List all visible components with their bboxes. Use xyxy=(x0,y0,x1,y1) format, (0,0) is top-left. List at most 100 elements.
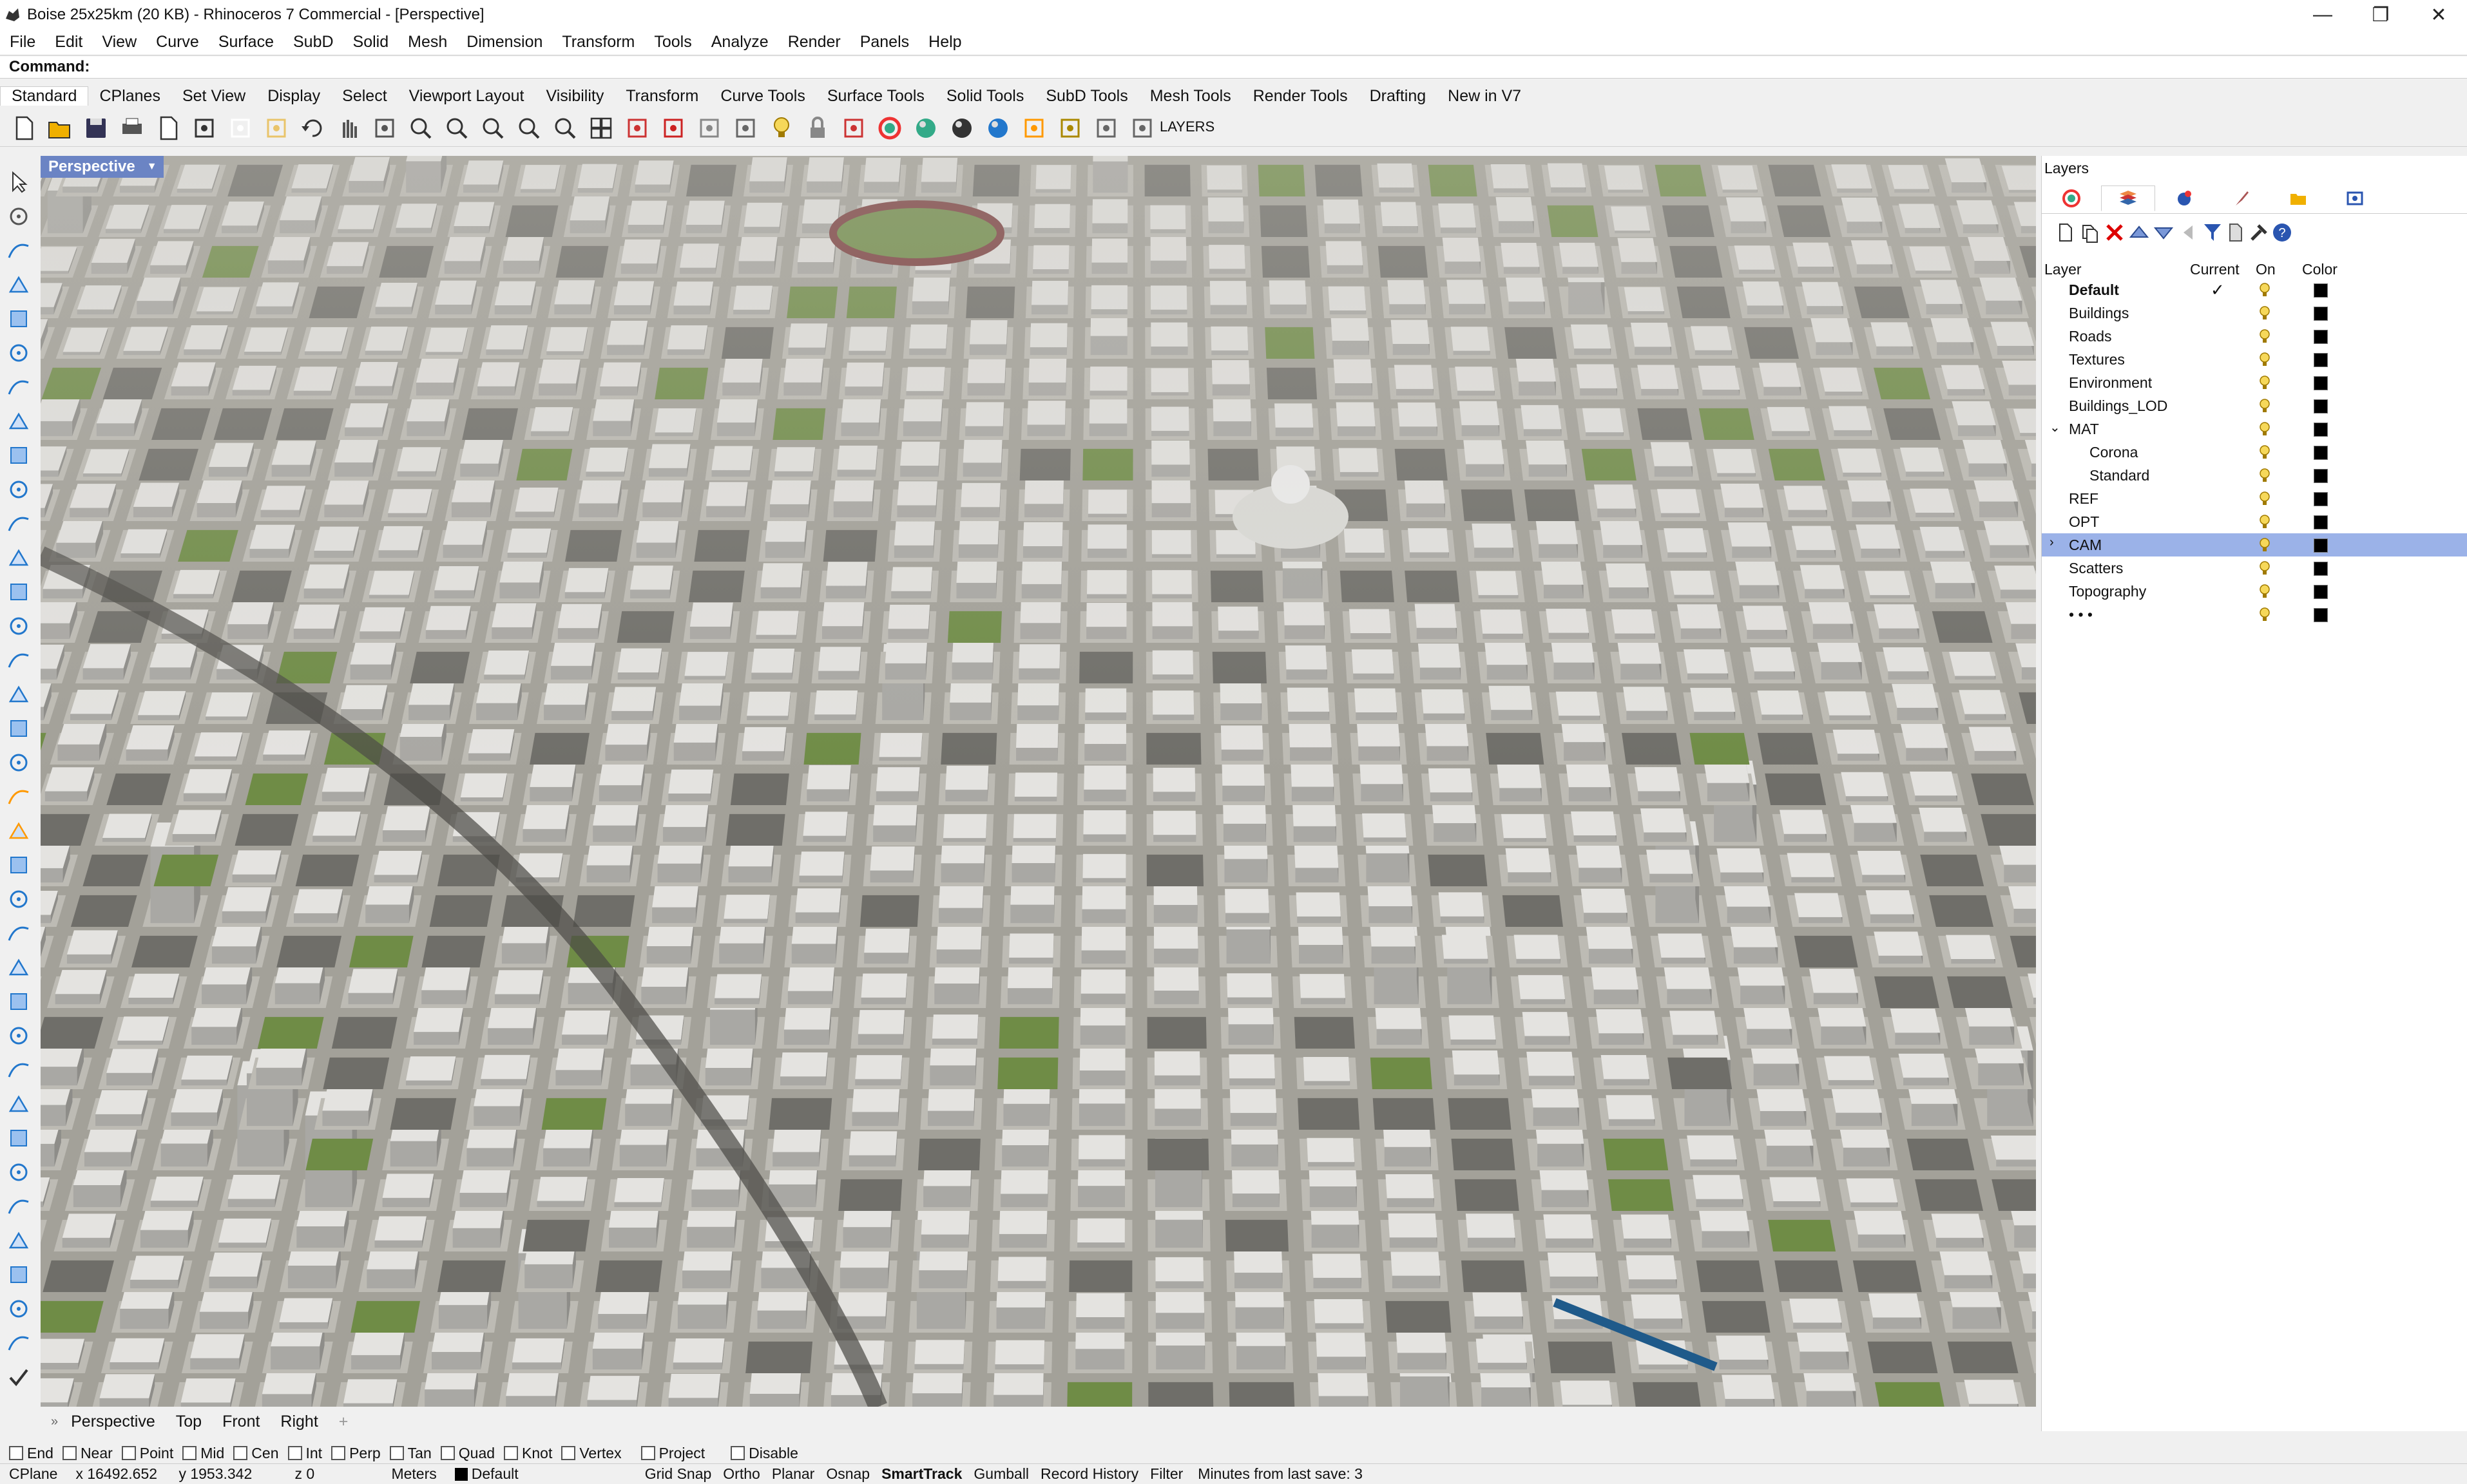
layer-color-swatch[interactable] xyxy=(2314,307,2328,321)
help-icon[interactable]: ? xyxy=(2271,222,2293,243)
4-view-icon[interactable] xyxy=(588,115,615,142)
mesh-icon[interactable] xyxy=(6,716,31,741)
toolbar-tab-solid-tools[interactable]: Solid Tools xyxy=(936,87,1035,106)
menu-subd[interactable]: SubD xyxy=(283,33,343,52)
layer-color-swatch[interactable] xyxy=(2314,608,2328,622)
import-icon[interactable] xyxy=(155,115,182,142)
status-layer[interactable]: Default xyxy=(446,1465,639,1483)
polygon-icon[interactable] xyxy=(6,409,31,433)
osnap-quad[interactable]: Quad xyxy=(440,1445,495,1462)
osnap-mid[interactable]: Mid xyxy=(182,1445,224,1462)
check-icon[interactable] xyxy=(6,1365,31,1389)
osnap-checkbox[interactable] xyxy=(389,1446,404,1460)
layer-color-swatch[interactable] xyxy=(2314,538,2328,553)
perspective-viewport[interactable]: Perspective ▼ xyxy=(41,156,2036,1407)
status-toggle-gumball[interactable]: Gumball xyxy=(968,1465,1035,1483)
osnap-checkbox[interactable] xyxy=(233,1446,248,1460)
osnap-checkbox[interactable] xyxy=(561,1446,576,1460)
layer-color-swatch[interactable] xyxy=(2314,353,2328,367)
toolbar-tab-surface-tools[interactable]: Surface Tools xyxy=(816,87,936,106)
layers-toolbar-label[interactable]: LAYERS xyxy=(1160,119,1214,135)
new-layer-icon[interactable] xyxy=(2055,222,2077,243)
status-toggle-grid-snap[interactable]: Grid Snap xyxy=(639,1465,718,1483)
layer-color-swatch[interactable] xyxy=(2314,376,2328,390)
status-units[interactable]: Meters xyxy=(382,1465,445,1483)
tools-icon[interactable] xyxy=(2248,222,2270,243)
move-out-icon[interactable] xyxy=(2177,222,2199,243)
boolean-icon[interactable] xyxy=(6,989,31,1014)
rendered-icon[interactable] xyxy=(912,115,939,142)
layer-row[interactable]: Buildings_LOD xyxy=(2042,394,2467,417)
status-toggle-smarttrack[interactable]: SmartTrack xyxy=(876,1465,968,1483)
join-icon[interactable] xyxy=(6,1023,31,1048)
toolbar-tab-render-tools[interactable]: Render Tools xyxy=(1242,87,1359,106)
toolbar-tab-set-view[interactable]: Set View xyxy=(171,87,256,106)
toolbar-tab-viewport-layout[interactable]: Viewport Layout xyxy=(398,87,535,106)
layer-on-bulb-icon[interactable] xyxy=(2259,352,2270,368)
layer-on-bulb-icon[interactable] xyxy=(2259,537,2270,554)
layer-row[interactable]: Standard xyxy=(2042,464,2467,487)
viewport-menu-dropdown-icon[interactable]: ▼ xyxy=(147,161,157,173)
layer-color-swatch[interactable] xyxy=(2314,330,2328,344)
osnap-checkbox[interactable] xyxy=(731,1446,745,1460)
menu-mesh[interactable]: Mesh xyxy=(398,33,457,52)
osnap-project[interactable]: Project xyxy=(640,1445,705,1462)
view-tab-right[interactable]: Right xyxy=(270,1413,328,1431)
toolbar-tab-display[interactable]: Display xyxy=(256,87,331,106)
menu-render[interactable]: Render xyxy=(778,33,850,52)
point-icon[interactable] xyxy=(6,204,31,229)
surface-icon[interactable] xyxy=(6,546,31,570)
layer-on-bulb-icon[interactable] xyxy=(2259,514,2270,531)
layer-color-swatch[interactable] xyxy=(2314,585,2328,599)
osnap-knot[interactable]: Knot xyxy=(504,1445,552,1462)
menu-transform[interactable]: Transform xyxy=(552,33,644,52)
settings-icon[interactable] xyxy=(1057,115,1084,142)
command-line[interactable]: Command: xyxy=(0,55,2467,79)
menu-help[interactable]: Help xyxy=(919,33,971,52)
named-views-tab[interactable] xyxy=(2328,186,2382,211)
current-layer-check-icon[interactable]: ✓ xyxy=(2211,280,2225,300)
analysis-icon[interactable] xyxy=(6,1331,31,1355)
zoom-dynamic-icon[interactable] xyxy=(407,115,434,142)
expand-icon[interactable]: › xyxy=(2049,535,2054,550)
ghosted-icon[interactable] xyxy=(948,115,975,142)
offset-icon[interactable] xyxy=(6,1194,31,1219)
toolbar-tab-transform[interactable]: Transform xyxy=(615,87,709,106)
toolbar-tab-cplanes[interactable]: CPlanes xyxy=(88,87,171,106)
snap-icon[interactable] xyxy=(6,1228,31,1253)
group-icon[interactable] xyxy=(6,1297,31,1321)
layer-row[interactable]: Buildings xyxy=(2042,301,2467,325)
toolbar-tab-visibility[interactable]: Visibility xyxy=(535,87,615,106)
osnap-disable[interactable]: Disable xyxy=(731,1445,798,1462)
layer-on-bulb-icon[interactable] xyxy=(2259,468,2270,484)
menu-edit[interactable]: Edit xyxy=(45,33,92,52)
status-toggle-ortho[interactable]: Ortho xyxy=(717,1465,766,1483)
toolbar-tab-mesh-tools[interactable]: Mesh Tools xyxy=(1139,87,1242,106)
light-icon[interactable] xyxy=(1021,115,1048,142)
move-icon[interactable] xyxy=(6,819,31,843)
shade-icon[interactable] xyxy=(876,115,903,142)
layer-row[interactable]: Environment xyxy=(2042,371,2467,394)
transform-arrow-icon[interactable] xyxy=(6,785,31,809)
layer-on-bulb-icon[interactable] xyxy=(2259,328,2270,345)
polyline-icon[interactable] xyxy=(6,238,31,263)
render-tab[interactable] xyxy=(2158,186,2212,211)
layer-color-swatch[interactable] xyxy=(2314,283,2328,298)
menu-surface[interactable]: Surface xyxy=(209,33,283,52)
explode-icon[interactable] xyxy=(6,1058,31,1082)
zoom-selected-icon[interactable] xyxy=(515,115,542,142)
menu-dimension[interactable]: Dimension xyxy=(457,33,552,52)
cylinder-icon[interactable] xyxy=(6,682,31,707)
osnap-int[interactable]: Int xyxy=(287,1445,322,1462)
move-up-icon[interactable] xyxy=(2128,222,2150,243)
layer-color-swatch[interactable] xyxy=(2314,399,2328,414)
close-window-button[interactable]: ✕ xyxy=(2410,0,2467,30)
layer-on-bulb-icon[interactable] xyxy=(2259,375,2270,392)
dimension-icon[interactable] xyxy=(6,750,31,775)
distance-icon[interactable] xyxy=(1129,115,1156,142)
layers-tab[interactable] xyxy=(2101,186,2155,211)
mirror-icon[interactable] xyxy=(6,921,31,946)
status-toggle-filter[interactable]: Filter xyxy=(1144,1465,1189,1483)
layer-row[interactable]: Default ✓ xyxy=(2042,278,2467,301)
osnap-near[interactable]: Near xyxy=(62,1445,113,1462)
